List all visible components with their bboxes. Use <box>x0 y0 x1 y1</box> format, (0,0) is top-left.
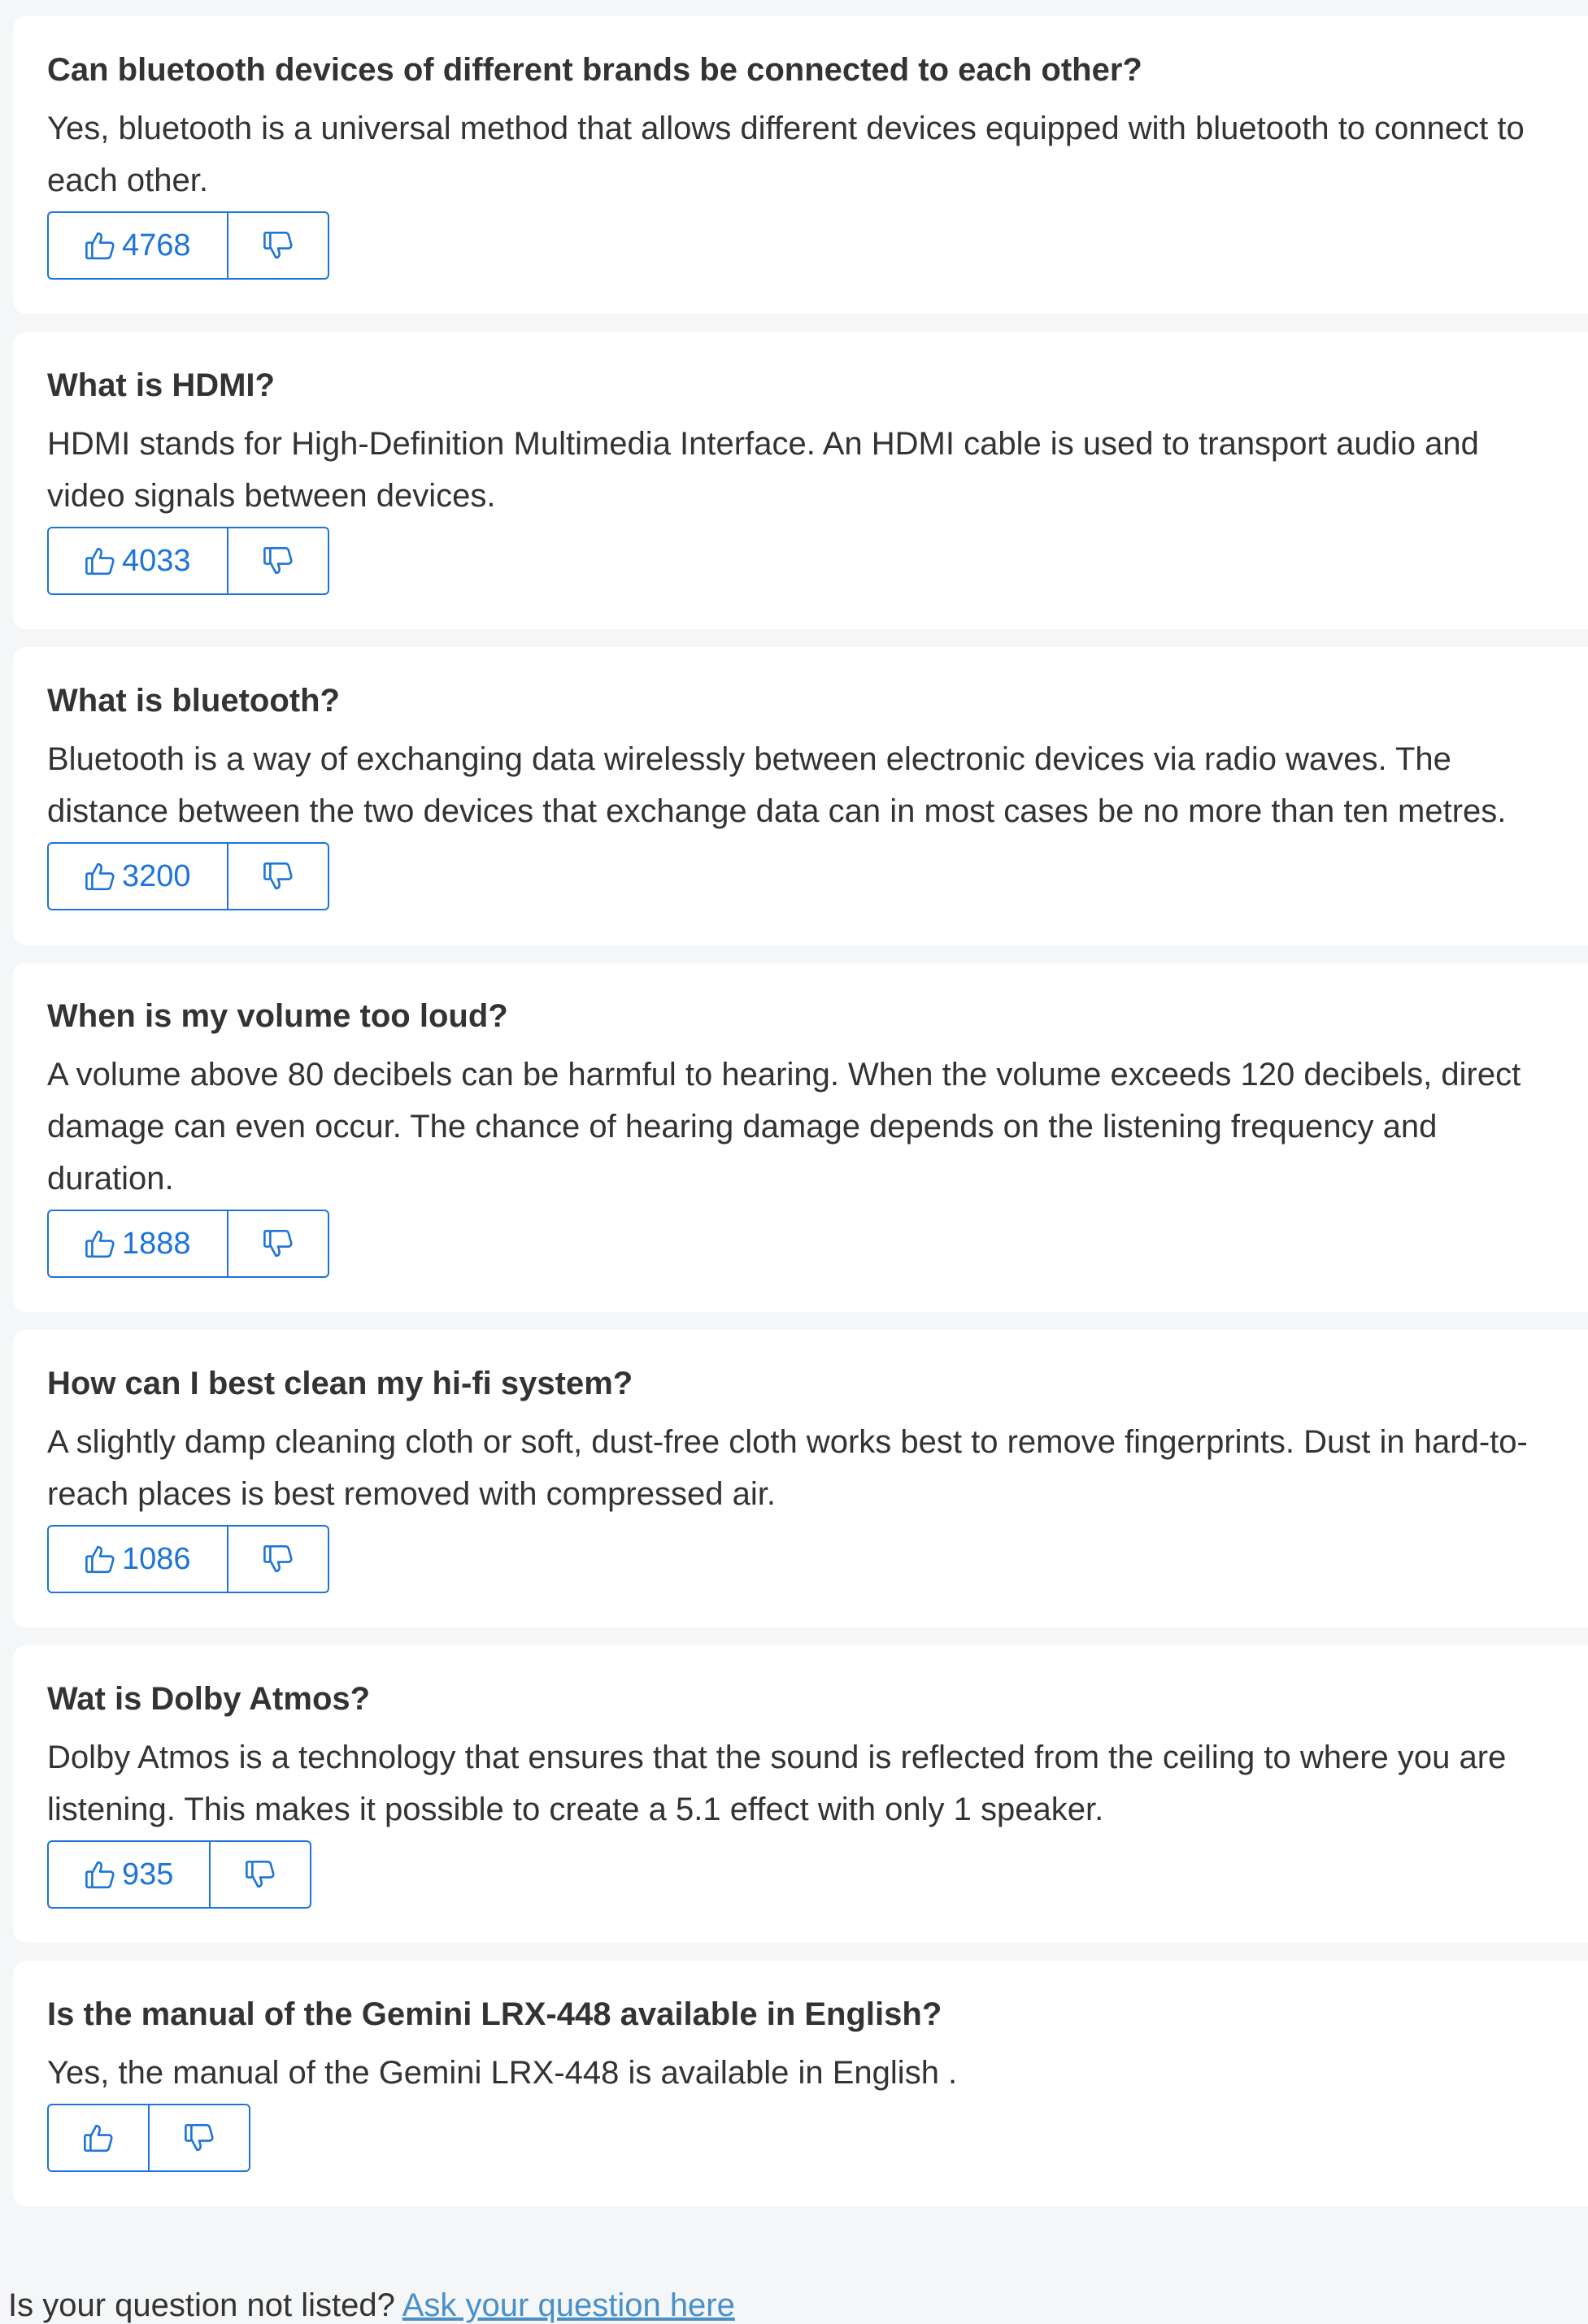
thumbs-up-icon <box>83 1542 117 1576</box>
vote-group: 1086 <box>47 1525 329 1593</box>
faq-question: Wat is Dolby Atmos? <box>47 1681 371 1717</box>
faq-answer: Yes, the manual of the Gemini LRX-448 is… <box>47 2055 958 2091</box>
vote-group <box>47 2104 250 2172</box>
upvote-button[interactable]: 935 <box>49 1842 211 1907</box>
thumbs-down-icon <box>261 544 295 578</box>
faq-item: What is HDMI? HDMI stands for High-Defin… <box>13 332 1588 629</box>
upvote-button[interactable]: 4033 <box>49 528 228 593</box>
thumbs-up-icon <box>83 1227 117 1261</box>
thumbs-down-icon <box>261 228 295 263</box>
vote-group: 1888 <box>47 1210 329 1278</box>
vote-group: 4768 <box>47 211 329 280</box>
faq-item: Is the manual of the Gemini LRX-448 avai… <box>13 1961 1588 2206</box>
downvote-button[interactable] <box>228 1211 328 1276</box>
upvote-count: 4033 <box>122 543 191 578</box>
upvote-button[interactable]: 3200 <box>49 844 228 909</box>
ask-question-prompt: Is your question not listed? Ask your qu… <box>8 2286 735 2324</box>
ask-question-link[interactable]: Ask your question here <box>402 2287 735 2323</box>
thumbs-up-icon <box>83 1857 117 1892</box>
thumbs-up-icon <box>81 2121 115 2155</box>
faq-answer: Dolby Atmos is a technology that ensures… <box>47 1740 1507 1827</box>
faq-question: How can I best clean my hi-fi system? <box>47 1366 633 1401</box>
downvote-button[interactable] <box>228 528 328 593</box>
upvote-count: 935 <box>122 1857 174 1892</box>
footer-prompt-text: Is your question not listed? <box>8 2287 395 2323</box>
thumbs-down-icon <box>182 2121 216 2155</box>
upvote-count: 1086 <box>122 1541 191 1576</box>
faq-item: When is my volume too loud? A volume abo… <box>13 962 1588 1312</box>
vote-group: 4033 <box>47 527 329 595</box>
vote-group: 3200 <box>47 842 329 910</box>
faq-answer: A volume above 80 decibels can be harmfu… <box>47 1057 1521 1197</box>
faq-item: Wat is Dolby Atmos? Dolby Atmos is a tec… <box>13 1645 1588 1943</box>
faq-list: Can bluetooth devices of different brand… <box>13 16 1588 2224</box>
faq-answer: Yes, bluetooth is a universal method tha… <box>47 111 1525 198</box>
upvote-count: 4768 <box>122 228 191 263</box>
faq-question: Is the manual of the Gemini LRX-448 avai… <box>47 1996 942 2032</box>
faq-question: Can bluetooth devices of different brand… <box>47 52 1142 88</box>
thumbs-down-icon <box>261 1227 295 1261</box>
faq-question: What is HDMI? <box>47 367 275 403</box>
faq-question: What is bluetooth? <box>47 683 340 719</box>
upvote-count: 1888 <box>122 1226 191 1261</box>
upvote-count: 3200 <box>122 858 191 893</box>
thumbs-down-icon <box>261 859 295 893</box>
upvote-button[interactable]: 4768 <box>49 213 228 278</box>
faq-item: Can bluetooth devices of different brand… <box>13 16 1588 314</box>
faq-answer: Bluetooth is a way of exchanging data wi… <box>47 741 1507 829</box>
vote-group: 935 <box>47 1840 312 1909</box>
faq-answer: A slightly damp cleaning cloth or soft, … <box>47 1424 1528 1512</box>
faq-item: What is bluetooth? Bluetooth is a way of… <box>13 647 1588 945</box>
downvote-button[interactable] <box>228 844 328 909</box>
thumbs-up-icon <box>83 544 117 578</box>
upvote-button[interactable] <box>49 2105 150 2170</box>
upvote-button[interactable]: 1086 <box>49 1527 228 1592</box>
thumbs-up-icon <box>83 859 117 893</box>
upvote-button[interactable]: 1888 <box>49 1211 228 1276</box>
thumbs-down-icon <box>243 1857 277 1892</box>
faq-item: How can I best clean my hi-fi system? A … <box>13 1330 1588 1627</box>
faq-answer: HDMI stands for High-Definition Multimed… <box>47 426 1479 514</box>
downvote-button[interactable] <box>228 1527 328 1592</box>
downvote-button[interactable] <box>228 213 328 278</box>
downvote-button[interactable] <box>150 2105 249 2170</box>
faq-question: When is my volume too loud? <box>47 998 508 1034</box>
thumbs-up-icon <box>83 228 117 263</box>
thumbs-down-icon <box>261 1542 295 1576</box>
downvote-button[interactable] <box>211 1842 310 1907</box>
